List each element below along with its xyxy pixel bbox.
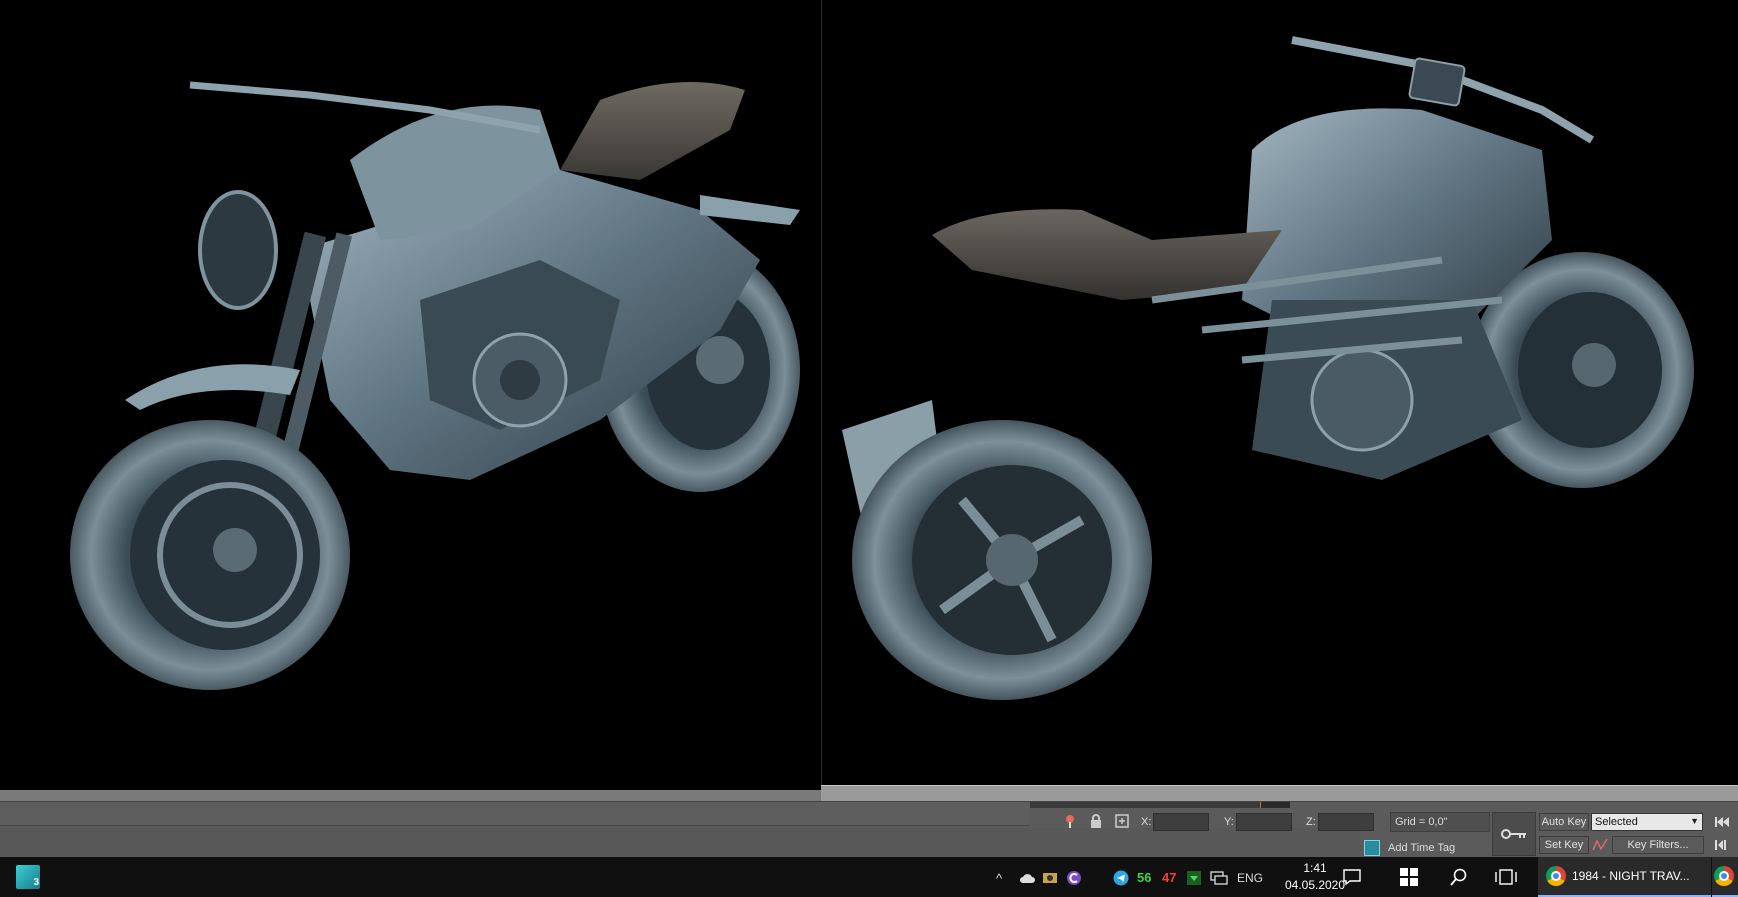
set-key-button[interactable]: Set Key — [1539, 836, 1589, 854]
motorcycle-rear-render — [842, 36, 1694, 700]
chevron-down-icon: ▼ — [1690, 816, 1699, 826]
tray-circle-app-icon[interactable] — [1066, 870, 1082, 886]
grid-size-display: Grid = 0,0" — [1390, 812, 1490, 832]
go-to-start-icon[interactable] — [1712, 813, 1732, 831]
red-counter-badge: 47 — [1162, 869, 1177, 885]
viewport-right-border — [821, 785, 1738, 801]
start-windows-icon[interactable] — [1397, 866, 1421, 888]
windows-taskbar: 3 — [0, 857, 1738, 897]
coord-x: X: — [1141, 812, 1210, 832]
status-info-row — [0, 828, 1360, 858]
coord-x-input[interactable] — [1153, 813, 1210, 831]
app-window: X: Y: Z: Grid = 0,0" Add Time Tag Auto K… — [0, 0, 1738, 897]
viewport-right[interactable] — [821, 0, 1738, 785]
key-mode-toggle-icon[interactable] — [1712, 836, 1732, 854]
coord-z-input[interactable] — [1317, 813, 1374, 831]
time-tag-icon — [1364, 840, 1380, 856]
taskbar-chrome-window[interactable]: 1984 - NIGHT TRAV... — [1538, 857, 1711, 897]
selection-lock-icon[interactable] — [1088, 813, 1104, 829]
download-manager-icon[interactable] — [1187, 870, 1201, 886]
isolate-pin-icon[interactable] — [1062, 813, 1078, 829]
key-mode-select[interactable]: Selected ▼ — [1591, 813, 1703, 831]
action-center-icon[interactable] — [1340, 866, 1364, 888]
coord-y: Y: — [1224, 812, 1292, 832]
taskbar-chrome-window-label: 1984 - NIGHT TRAV... — [1572, 869, 1690, 883]
viewport-left[interactable] — [0, 0, 820, 790]
absolute-mode-icon[interactable] — [1114, 813, 1130, 829]
status-tool-icons — [1062, 813, 1130, 829]
coord-z: Z: — [1306, 812, 1374, 832]
onedrive-cloud-icon[interactable] — [1019, 870, 1035, 886]
3dsmax-logo-icon: 3 — [16, 865, 40, 889]
coord-y-label: Y: — [1224, 816, 1234, 828]
motorcycle-front-render — [70, 81, 800, 690]
add-time-tag-label: Add Time Tag — [1388, 842, 1456, 854]
search-icon[interactable] — [1447, 866, 1471, 888]
key-filters-button[interactable]: Key Filters... — [1612, 836, 1704, 854]
status-prompt-row — [0, 802, 1030, 826]
coord-x-label: X: — [1141, 816, 1152, 828]
tray-app-icon[interactable] — [1042, 870, 1058, 886]
coord-y-input[interactable] — [1235, 813, 1292, 831]
input-language-indicator[interactable]: ENG — [1237, 870, 1263, 886]
telegram-icon[interactable] — [1113, 870, 1129, 886]
taskbar-chrome-window-2[interactable]: R — [1712, 857, 1738, 897]
key-mode-selected-value: Selected — [1595, 816, 1638, 828]
show-hidden-icons-chevron-icon[interactable]: ^ — [996, 870, 1002, 886]
set-keys-key-icon[interactable] — [1492, 812, 1536, 856]
chrome-icon — [1714, 866, 1734, 886]
time-slider-track[interactable] — [1030, 802, 1290, 808]
time-slider-knob[interactable] — [1260, 802, 1290, 808]
network-icon[interactable] — [1210, 870, 1228, 886]
curve-editor-icon[interactable] — [1591, 836, 1609, 854]
add-time-tag-button[interactable]: Add Time Tag — [1364, 838, 1455, 858]
telegram-unread-count: 56 — [1137, 869, 1152, 885]
taskbar-3dsmax-app[interactable]: 3 — [12, 861, 44, 893]
coord-z-label: Z: — [1306, 816, 1316, 828]
task-view-icon[interactable] — [1494, 866, 1518, 888]
auto-key-button[interactable]: Auto Key — [1539, 813, 1589, 831]
chrome-icon — [1546, 866, 1566, 886]
